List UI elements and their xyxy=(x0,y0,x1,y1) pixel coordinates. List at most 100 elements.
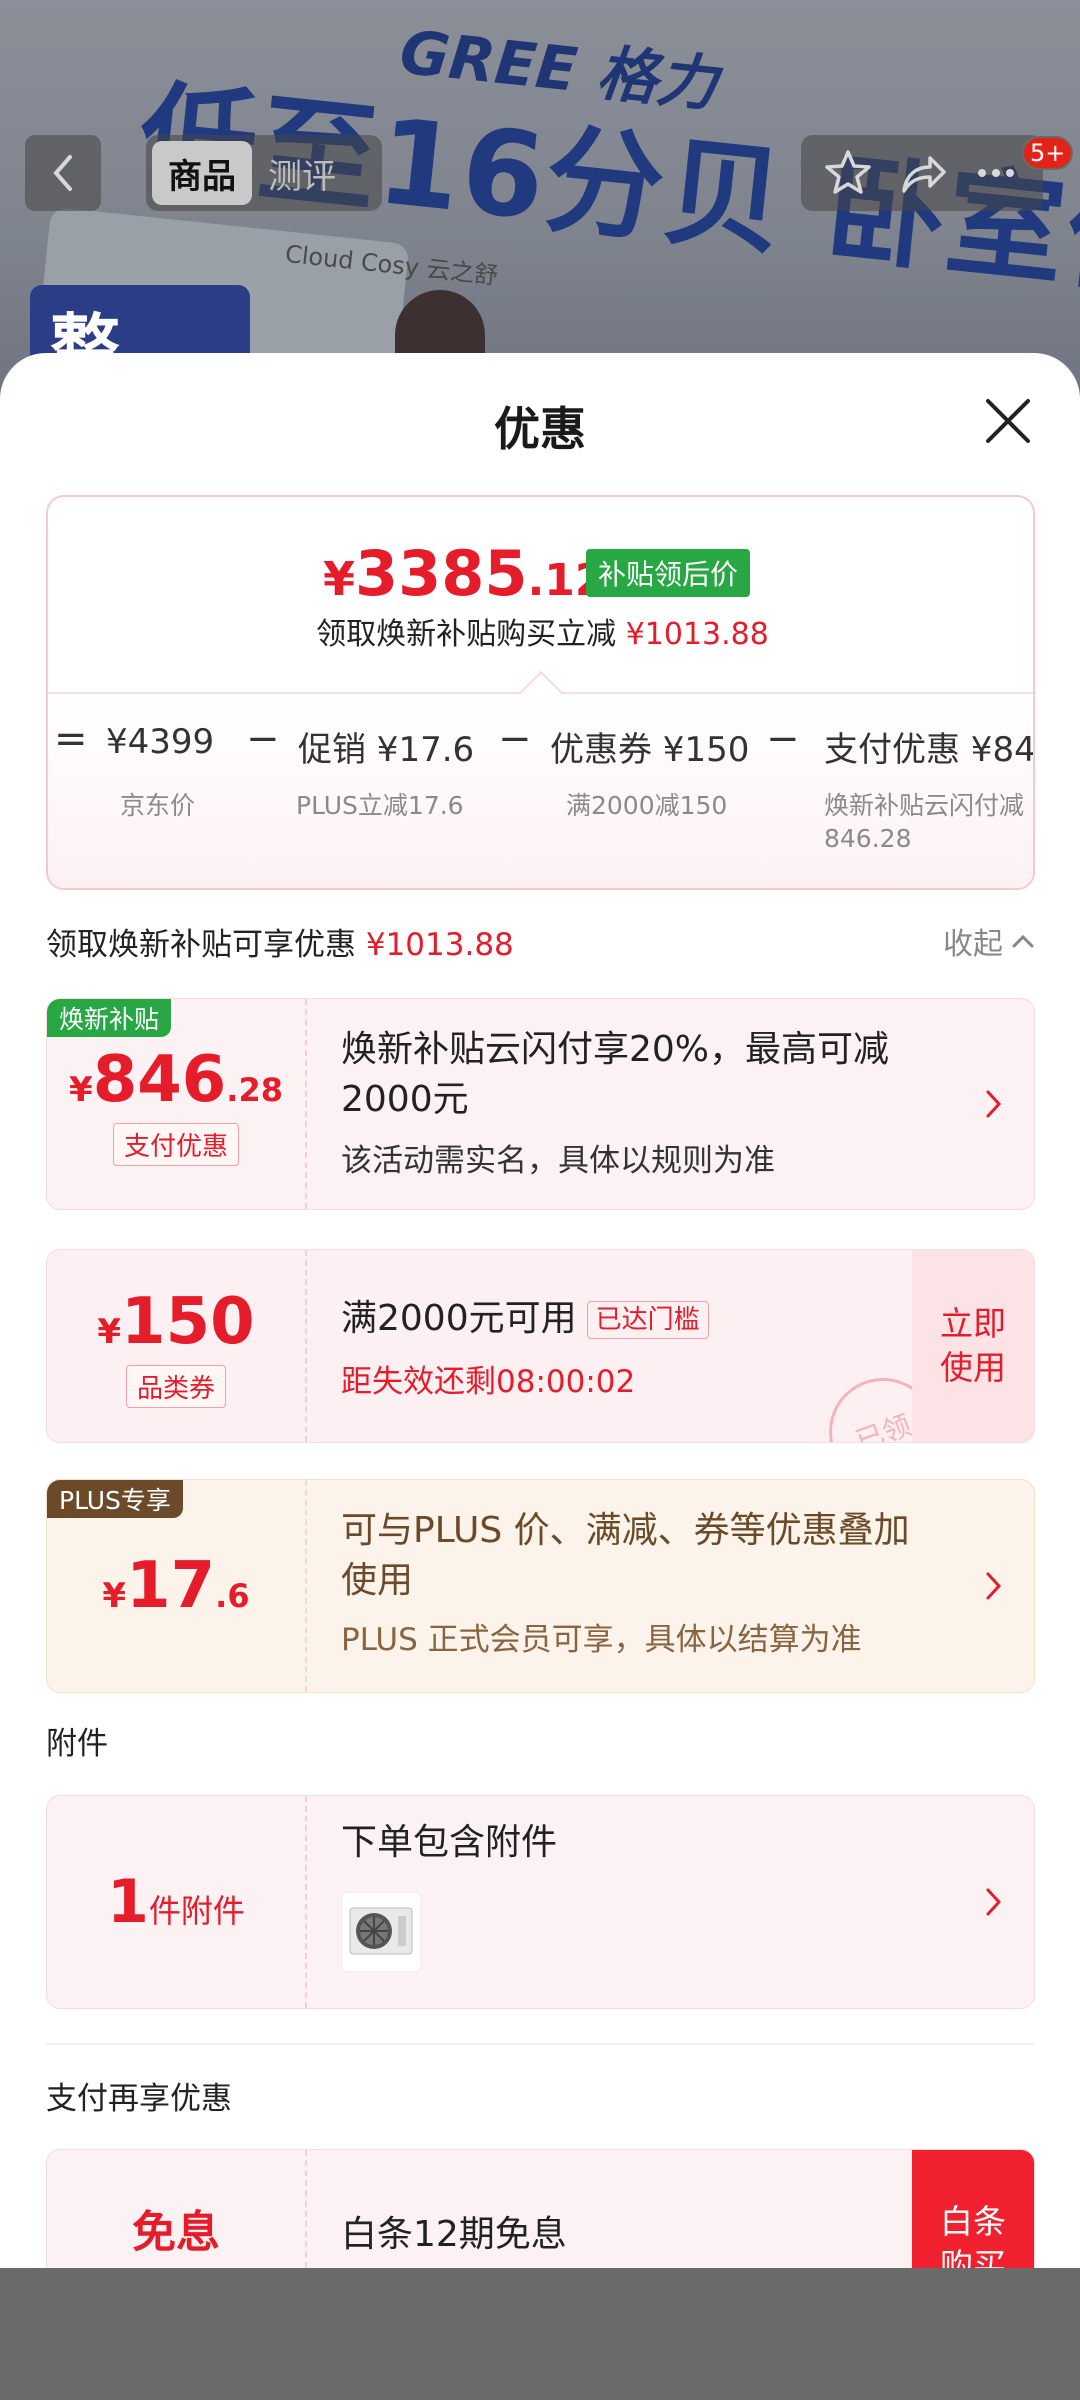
coupon-label: 满2000减150 xyxy=(566,791,728,820)
final-price-int: 3385 xyxy=(355,537,528,610)
breakdown-payment: 支付优惠 ¥84 焕新补贴云闪付减 846.28 xyxy=(824,694,1033,888)
coupon-amount-block: ¥150 品类券 xyxy=(47,1250,305,1442)
subsidy-subtitle: 该活动需实名，具体以规则为准 xyxy=(341,1143,775,1179)
coupon-title-row: 满2000元可用 已达门槛 xyxy=(341,1294,709,1344)
baitiao-body: 白条12期免息 xyxy=(341,2150,912,2268)
coupon-amount: ¥150 xyxy=(97,1285,254,1359)
summary-top: ¥3385.12 补贴领后价 领取焕新补贴购买立减 ¥1013.88 xyxy=(48,497,1033,697)
threshold-badge: 已达门槛 xyxy=(586,1301,709,1339)
chevron-right-icon xyxy=(986,1888,1002,1916)
plus-amount-int: 17 xyxy=(126,1549,216,1623)
final-price: ¥3385.12 xyxy=(323,537,606,610)
plus-currency: ¥ xyxy=(102,1576,127,1616)
subsidy-amount-block: ¥846.28 支付优惠 xyxy=(47,999,305,1209)
baitiao-title: 白条12期免息 xyxy=(341,2214,567,2255)
close-icon[interactable] xyxy=(980,393,1036,449)
collapse-toggle[interactable]: 收起 xyxy=(943,919,1035,963)
plus-amount-block: ¥17.6 xyxy=(47,1480,305,1692)
top-actions xyxy=(801,135,1043,211)
pay-section-label: 支付再享优惠 xyxy=(46,2081,232,2117)
accessory-body: 下单包含附件 xyxy=(341,1796,954,2008)
outdoor-unit-icon xyxy=(349,1907,413,1955)
coupon-value: 优惠券 ¥150 xyxy=(550,730,750,770)
discount-section-text: 领取焕新补贴可享优惠 xyxy=(46,927,356,963)
discount-section-header: 领取焕新补贴可享优惠 ¥1013.88 收起 xyxy=(46,919,1035,979)
plus-amount-dec: .6 xyxy=(215,1577,250,1615)
plus-card[interactable]: PLUS专享 ¥17.6 可与PLUS 价、满减、券等优惠叠加使用 PLUS 正… xyxy=(46,1479,1035,1693)
accessory-title: 下单包含附件 xyxy=(341,1822,558,1863)
accessory-count-block: 1 件附件 xyxy=(47,1796,305,2008)
baitiao-left: 免息 xyxy=(47,2150,305,2268)
share-icon[interactable] xyxy=(896,147,948,199)
page-tabs: 商品 测评 xyxy=(146,135,382,211)
discount-sheet: 优惠 ¥3385.12 补贴领后价 领取焕新补贴购买立减 ¥1013.88 = … xyxy=(0,353,1080,2268)
breakdown-coupon: 优惠券 ¥150 满2000减150 xyxy=(550,694,750,888)
subsidy-body: 焕新补贴云闪付享20%，最高可减2000元 该活动需实名，具体以规则为准 xyxy=(341,999,954,1209)
card-separator xyxy=(305,1480,307,1692)
op-minus-3: − xyxy=(766,716,800,762)
price-breakdown: = ¥4399 京东价 − 促销 ¥17.6 PLUS立减17.6 − 优惠券 … xyxy=(48,694,1033,888)
payment-label-amount: 846.28 xyxy=(824,824,912,853)
price-summary-card: ¥3385.12 补贴领后价 领取焕新补贴购买立减 ¥1013.88 = ¥43… xyxy=(46,495,1035,890)
baitiao-buy-button[interactable]: 白条购买 xyxy=(912,2150,1034,2268)
baitiao-card[interactable]: 免息 白条12期免息 白条购买 xyxy=(46,2149,1035,2268)
chevron-up-icon xyxy=(1012,934,1034,948)
card-separator xyxy=(305,999,307,1209)
use-now-button[interactable]: 立即使用 xyxy=(912,1250,1034,1442)
plus-amount: ¥17.6 xyxy=(102,1549,249,1623)
subsidy-currency: ¥ xyxy=(69,1069,93,1110)
payment-label: 焕新补贴云闪付减 xyxy=(824,791,1025,820)
subsidy-card[interactable]: 焕新补贴 ¥846.28 支付优惠 焕新补贴云闪付享20%，最高可减2000元 … xyxy=(46,998,1035,1210)
accessory-section-label: 附件 xyxy=(46,1726,108,1762)
coupon-currency: ¥ xyxy=(97,1311,122,1352)
coupon-countdown: 距失效还剩08:00:02 xyxy=(341,1364,636,1400)
accessory-count-value: 1 xyxy=(107,1867,149,1937)
accessory-count-unit: 件附件 xyxy=(148,1892,245,1930)
plus-title: 可与PLUS 价、满减、券等优惠叠加使用 xyxy=(341,1510,910,1601)
chevron-left-icon xyxy=(53,155,72,191)
final-price-currency: ¥ xyxy=(323,552,356,606)
sheet-title: 优惠 xyxy=(494,402,586,456)
card-separator xyxy=(305,1250,307,1442)
tab-product[interactable]: 商品 xyxy=(152,141,252,205)
promo-value: 促销 ¥17.6 xyxy=(298,730,475,770)
bottom-overlay xyxy=(0,2268,1080,2400)
discount-section-title: 领取焕新补贴可享优惠 ¥1013.88 xyxy=(46,919,514,964)
subsidy-amount-int: 846 xyxy=(92,1042,227,1117)
jd-price-value: ¥4399 xyxy=(106,722,215,762)
accessory-count: 1 件附件 xyxy=(107,1867,245,1937)
coupon-title: 满2000元可用 xyxy=(341,1298,577,1339)
more-icon[interactable] xyxy=(970,147,1022,199)
jd-price-label: 京东价 xyxy=(120,791,196,820)
subsidy-pill: 支付优惠 xyxy=(112,1122,239,1166)
coupon-pill: 品类券 xyxy=(125,1364,226,1408)
baitiao-left-title: 免息 xyxy=(132,2207,220,2258)
tab-review[interactable]: 测评 xyxy=(252,141,352,205)
star-icon[interactable] xyxy=(822,147,874,199)
card-separator xyxy=(305,1796,307,2008)
discount-section-amount: ¥1013.88 xyxy=(365,927,514,963)
price-tag: 补贴领后价 xyxy=(586,549,751,597)
coupon-body: 满2000元可用 已达门槛 距失效还剩08:00:02 xyxy=(341,1250,912,1442)
chevron-right-icon xyxy=(986,1572,1002,1600)
subsidy-amount: ¥846.28 xyxy=(69,1043,283,1117)
coupon-amount-value: 150 xyxy=(121,1284,255,1359)
breakdown-jd-price: ¥4399 京东价 xyxy=(106,694,226,888)
plus-body: 可与PLUS 价、满减、券等优惠叠加使用 PLUS 正式会员可享，具体以结算为准 xyxy=(341,1480,954,1692)
accessory-image xyxy=(341,1892,421,1972)
breakdown-promo: 促销 ¥17.6 PLUS立减17.6 xyxy=(296,694,478,888)
summary-subtitle: 领取焕新补贴购买立减 ¥1013.88 xyxy=(48,609,1033,653)
subsidy-title: 焕新补贴云闪付享20%，最高可减2000元 xyxy=(341,1029,890,1120)
coupon-card: ¥150 品类券 满2000元可用 已达门槛 距失效还剩08:00:02 已领 立… xyxy=(46,1249,1035,1443)
summary-subtitle-amount: ¥1013.88 xyxy=(625,617,769,652)
card-separator xyxy=(305,2150,307,2268)
promo-label: PLUS立减17.6 xyxy=(296,791,464,820)
chevron-right-icon xyxy=(986,1090,1002,1118)
collapse-label: 收起 xyxy=(943,927,1003,962)
back-button[interactable] xyxy=(25,135,101,211)
summary-subtitle-text: 领取焕新补贴购买立减 xyxy=(316,617,617,652)
notification-badge: 5+ xyxy=(1022,136,1074,170)
op-minus-2: − xyxy=(498,716,532,762)
accessory-card[interactable]: 1 件附件 下单包含附件 xyxy=(46,1795,1035,2009)
plus-subtitle: PLUS 正式会员可享，具体以结算为准 xyxy=(341,1622,862,1658)
